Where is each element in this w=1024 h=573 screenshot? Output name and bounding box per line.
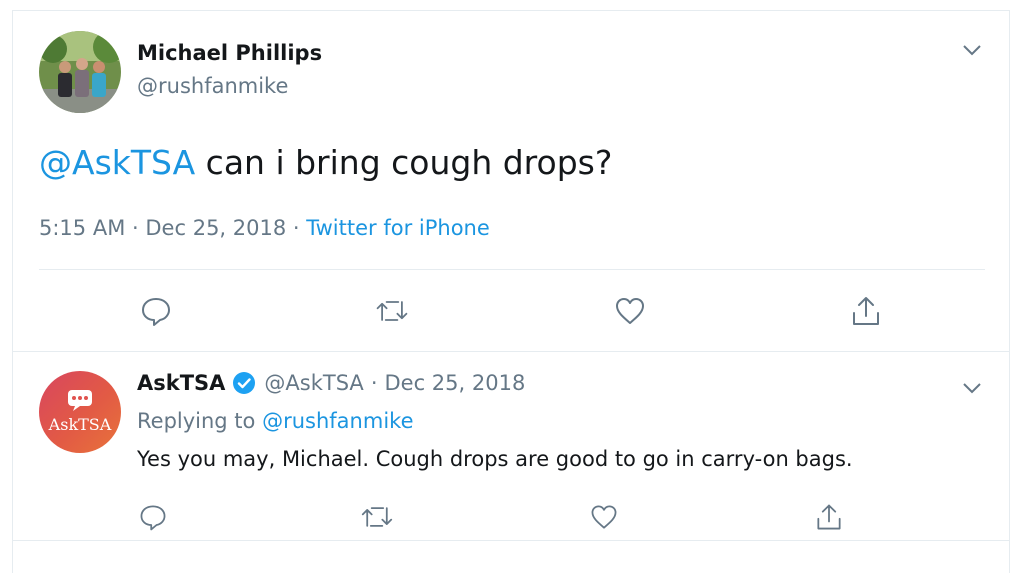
divider (39, 269, 985, 270)
author-name[interactable]: Michael Phillips (137, 41, 322, 65)
replying-to: Replying to @rushfanmike (137, 409, 413, 433)
chevron-down-icon[interactable] (961, 39, 983, 61)
verified-badge-icon (232, 371, 256, 395)
meta-separator: · (132, 216, 139, 240)
like-icon[interactable] (586, 499, 622, 535)
tweet-meta: 5:15 AM · Dec 25, 2018 · Twitter for iPh… (39, 216, 490, 240)
mention-link[interactable]: @AskTSA (39, 143, 195, 182)
like-icon[interactable] (612, 293, 648, 329)
tweet-text: @AskTSA can i bring cough drops? (39, 143, 612, 182)
tweet-time[interactable]: 5:15 AM (39, 216, 125, 240)
reply-icon[interactable] (138, 293, 174, 329)
share-icon[interactable] (811, 499, 847, 535)
author-avatar[interactable] (39, 31, 121, 113)
replying-to-handle[interactable]: @rushfanmike (262, 409, 413, 433)
main-tweet: Michael Phillips @rushfanmike @AskTSA ca… (13, 11, 1009, 352)
reply-tweet: AskTSA AskTSA @AskTSA · Dec 25, 2018 Rep… (13, 353, 1009, 541)
asktsa-avatar[interactable]: AskTSA (39, 371, 121, 453)
reply-author-name[interactable]: AskTSA (137, 371, 225, 395)
reply-author-handle[interactable]: @AskTSA (264, 371, 363, 395)
meta-separator: · (370, 371, 378, 395)
reply-icon[interactable] (135, 499, 171, 535)
meta-separator: · (292, 216, 300, 240)
avatar-photo-icon (39, 31, 121, 113)
chevron-down-icon[interactable] (961, 377, 983, 399)
tweet-source[interactable]: Twitter for iPhone (306, 216, 490, 240)
avatar-text: AskTSA (48, 415, 112, 434)
reply-text: Yes you may, Michael. Cough drops are go… (137, 447, 853, 471)
share-icon[interactable] (848, 293, 884, 329)
reply-date[interactable]: Dec 25, 2018 (385, 371, 526, 395)
chat-bubble-icon (68, 390, 92, 411)
retweet-icon[interactable] (359, 499, 395, 535)
retweet-icon[interactable] (374, 293, 410, 329)
reply-header: AskTSA @AskTSA · Dec 25, 2018 (137, 371, 525, 395)
author-handle[interactable]: @rushfanmike (137, 74, 288, 98)
tweet-thread: Michael Phillips @rushfanmike @AskTSA ca… (12, 10, 1010, 573)
tweet-body: can i bring cough drops? (205, 143, 613, 182)
replying-to-label: Replying to (137, 409, 256, 433)
tweet-date[interactable]: Dec 25, 2018 (145, 216, 286, 240)
